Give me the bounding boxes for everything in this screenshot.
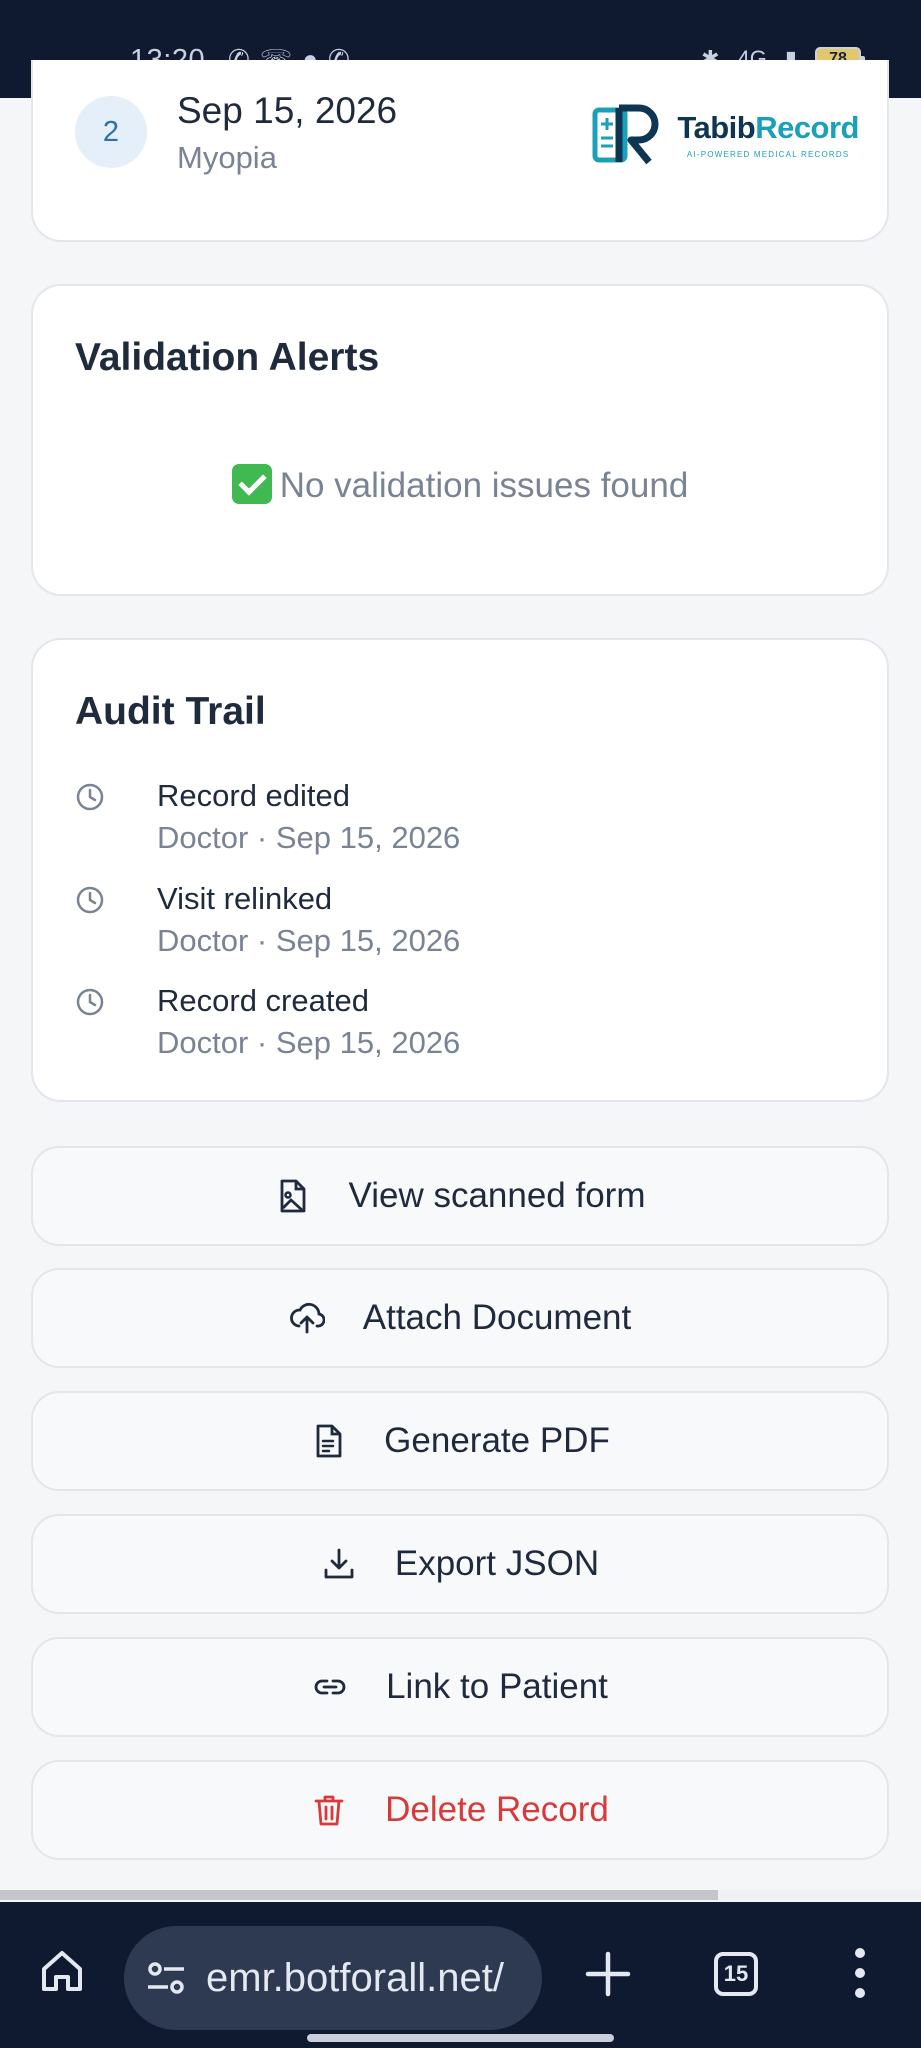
validation-title: Validation Alerts (75, 336, 380, 379)
gesture-handle[interactable] (307, 2034, 614, 2042)
clock-icon (76, 988, 104, 1016)
visit-card[interactable]: 2 Sep 15, 2026 Myopia TabibRecord AI-POW… (31, 60, 889, 242)
export-json-label: Export JSON (394, 1544, 600, 1583)
logo-text: TabibRecord AI-POWERED MEDICAL RECORDS (677, 110, 859, 159)
image-file-icon (281, 1179, 306, 1213)
site-settings-icon[interactable] (144, 1956, 188, 2000)
logo-name: TabibRecord (677, 110, 859, 146)
audit-trail-card: Audit Trail Record edited Doctor · Sep 1… (31, 638, 889, 1102)
visit-date: Sep 15, 2026 (177, 90, 398, 131)
validation-message-text: No validation issues found (279, 466, 689, 505)
audit-meta: Doctor · Sep 15, 2026 (157, 820, 461, 855)
link-icon (314, 1679, 346, 1695)
attach-document-button[interactable]: Attach Document (31, 1268, 889, 1368)
delete-record-button[interactable]: Delete Record (31, 1760, 889, 1860)
delete-record-label: Delete Record (385, 1790, 609, 1829)
logo-name-part1: Tabib (677, 109, 756, 145)
generate-pdf-label: Generate PDF (384, 1421, 610, 1460)
check-mark-icon (231, 464, 272, 504)
audit-action: Visit relinked (157, 881, 333, 916)
visit-number-badge: 2 (75, 96, 147, 168)
scrollbar-thumb[interactable] (0, 1890, 718, 1900)
cloud-upload-icon (289, 1302, 325, 1334)
clock-icon (76, 886, 104, 914)
url-text[interactable]: emr.botforall.net/ (206, 1956, 504, 2001)
view-scanned-form-label: View scanned form (348, 1176, 646, 1215)
tab-count: 15 (723, 1961, 749, 1986)
export-json-button[interactable]: Export JSON (31, 1514, 889, 1614)
audit-action: Record edited (157, 778, 351, 813)
audit-title: Audit Trail (75, 690, 266, 733)
logo-name-part2: Record (755, 109, 859, 145)
horizontal-scrollbar[interactable] (0, 1890, 921, 1900)
download-icon (324, 1548, 354, 1579)
logo-tagline: AI-POWERED MEDICAL RECORDS (686, 149, 850, 159)
more-menu-icon[interactable] (848, 1946, 872, 2000)
audit-meta: Doctor · Sep 15, 2026 (157, 1025, 461, 1060)
document-icon (316, 1424, 342, 1458)
browser-toolbar: emr.botforall.net/ 15 (0, 1902, 921, 2048)
attach-document-label: Attach Document (362, 1298, 632, 1337)
validation-message: No validation issues found (33, 464, 887, 506)
new-tab-icon[interactable] (584, 1950, 632, 1998)
visit-diagnosis: Myopia (177, 140, 277, 175)
address-bar[interactable]: emr.botforall.net/ (124, 1926, 542, 2030)
trash-icon (314, 1795, 344, 1826)
link-to-patient-button[interactable]: Link to Patient (31, 1637, 889, 1737)
clock-icon (76, 783, 104, 811)
audit-action: Record created (157, 983, 369, 1018)
generate-pdf-button[interactable]: Generate PDF (31, 1391, 889, 1491)
home-icon[interactable] (38, 1947, 86, 1995)
logo-mark-icon (592, 104, 659, 165)
tabib-record-logo: TabibRecord AI-POWERED MEDICAL RECORDS (591, 102, 859, 166)
audit-meta: Doctor · Sep 15, 2026 (157, 923, 461, 958)
validation-alerts-card: Validation Alerts No validation issues f… (31, 284, 889, 596)
tab-switcher-button[interactable]: 15 (714, 1952, 758, 1996)
view-scanned-form-button[interactable]: View scanned form (31, 1146, 889, 1246)
link-to-patient-label: Link to Patient (386, 1667, 608, 1706)
